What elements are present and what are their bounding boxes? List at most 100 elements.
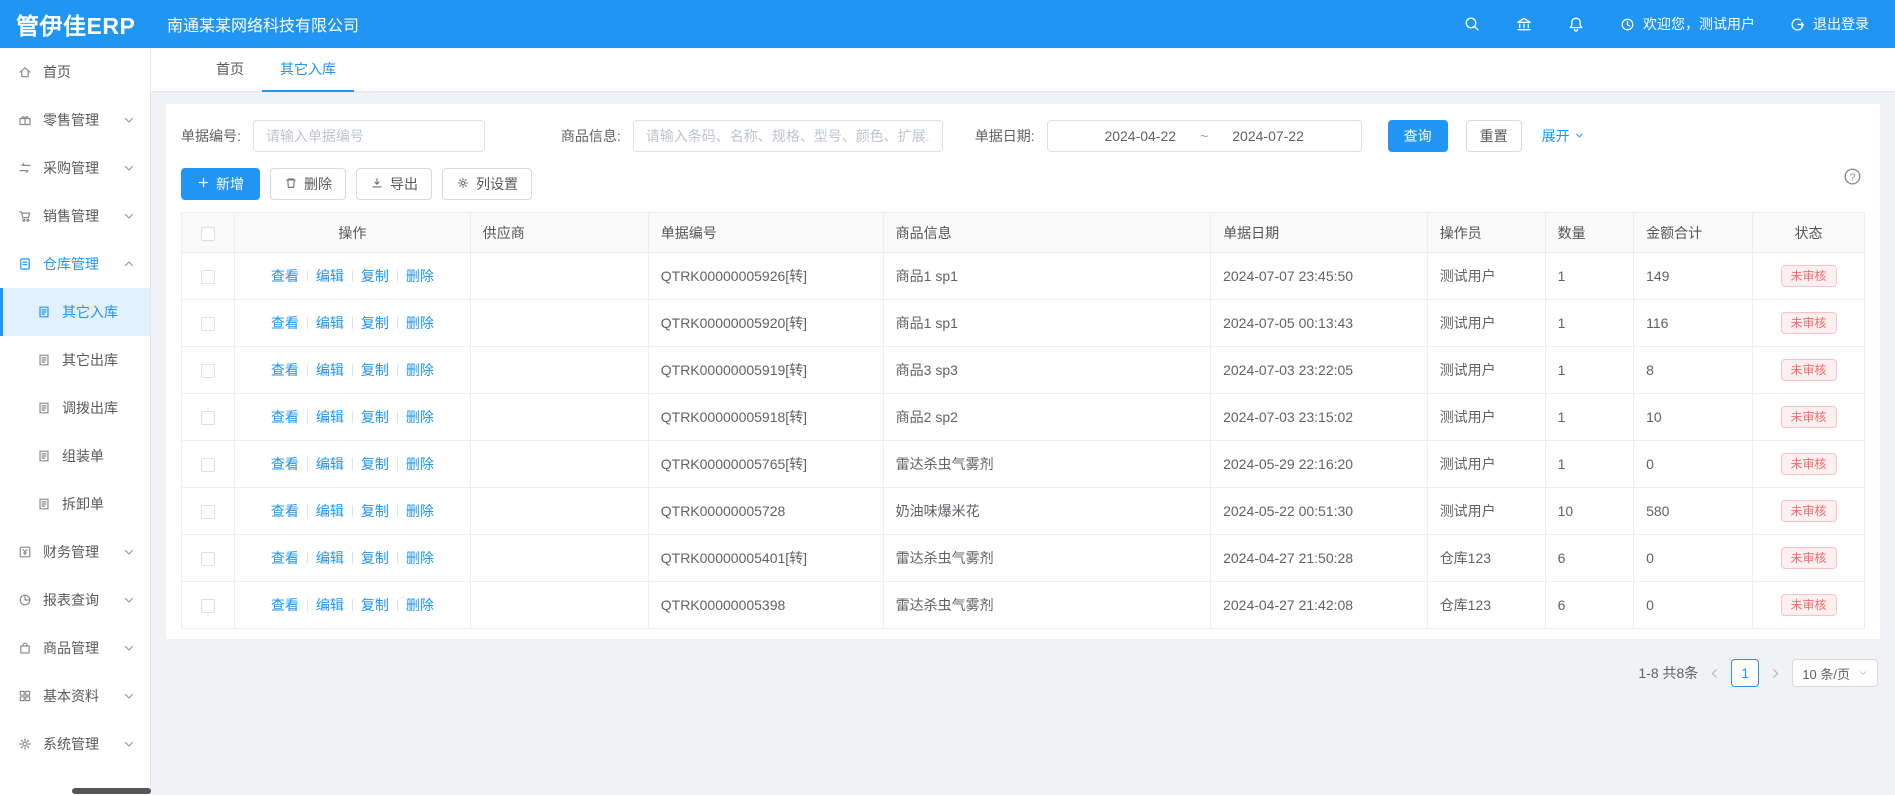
row-checkbox[interactable]: [201, 270, 215, 284]
help-icon[interactable]: ?: [1842, 166, 1863, 187]
sidebar-item-其它出库[interactable]: 其它出库: [0, 336, 150, 384]
action-link-编辑[interactable]: 编辑: [316, 409, 344, 425]
add-button[interactable]: 新增: [181, 168, 260, 200]
action-link-编辑[interactable]: 编辑: [316, 268, 344, 284]
tab-其它入库[interactable]: 其它入库: [262, 48, 354, 92]
action-link-编辑[interactable]: 编辑: [316, 597, 344, 613]
tab-首页[interactable]: 首页: [198, 48, 262, 92]
search-icon[interactable]: [1463, 15, 1481, 33]
delete-button[interactable]: 删除: [270, 168, 346, 200]
row-checkbox[interactable]: [201, 364, 215, 378]
sidebar-item-财务管理[interactable]: 财务管理: [0, 528, 150, 576]
row-checkbox[interactable]: [201, 458, 215, 472]
bank-icon[interactable]: [1515, 15, 1533, 33]
product-info-input[interactable]: [633, 120, 943, 152]
row-checkbox[interactable]: [201, 505, 215, 519]
cell-amount: 149: [1634, 253, 1753, 300]
action-link-复制[interactable]: 复制: [361, 456, 389, 472]
action-link-复制[interactable]: 复制: [361, 503, 389, 519]
row-checkbox[interactable]: [201, 552, 215, 566]
cell-supplier: [470, 253, 648, 300]
prev-page-button[interactable]: [1708, 667, 1721, 680]
chevron-down-icon: [1858, 666, 1868, 681]
action-link-查看[interactable]: 查看: [271, 597, 299, 613]
action-link-查看[interactable]: 查看: [271, 409, 299, 425]
next-page-button[interactable]: [1769, 667, 1782, 680]
action-link-复制[interactable]: 复制: [361, 597, 389, 613]
date-range-picker[interactable]: 2024-04-22 ~ 2024-07-22: [1047, 120, 1362, 152]
cell-status: 未审核: [1753, 253, 1865, 300]
sidebar-item-商品管理[interactable]: 商品管理: [0, 624, 150, 672]
sidebar-item-label: 基本资料: [43, 686, 99, 706]
row-checkbox[interactable]: [201, 317, 215, 331]
action-link-编辑[interactable]: 编辑: [316, 362, 344, 378]
app-logo: 管伊佳ERP: [0, 7, 151, 41]
reset-button[interactable]: 重置: [1466, 120, 1522, 152]
action-link-删除[interactable]: 删除: [406, 550, 434, 566]
search-button[interactable]: 查询: [1388, 120, 1448, 152]
action-link-编辑[interactable]: 编辑: [316, 503, 344, 519]
page-size-select[interactable]: 10 条/页: [1792, 659, 1878, 687]
sidebar-item-采购管理[interactable]: 采购管理: [0, 144, 150, 192]
sidebar-item-零售管理[interactable]: 零售管理: [0, 96, 150, 144]
action-link-删除[interactable]: 删除: [406, 503, 434, 519]
action-link-编辑[interactable]: 编辑: [316, 315, 344, 331]
sidebar-item-调拨出库[interactable]: 调拨出库: [0, 384, 150, 432]
select-all-checkbox[interactable]: [201, 227, 215, 241]
status-badge: 未审核: [1781, 312, 1837, 334]
sidebar-scrollbar[interactable]: [72, 788, 151, 794]
action-link-查看[interactable]: 查看: [271, 456, 299, 472]
toolbar: 新增 删除 导出 列设置 ?: [181, 168, 1865, 200]
page-number-button[interactable]: 1: [1731, 659, 1759, 687]
cell-date: 2024-07-03 23:22:05: [1211, 347, 1428, 394]
action-link-复制[interactable]: 复制: [361, 362, 389, 378]
sidebar-item-拆卸单[interactable]: 拆卸单: [0, 480, 150, 528]
sidebar-item-销售管理[interactable]: 销售管理: [0, 192, 150, 240]
action-link-查看[interactable]: 查看: [271, 503, 299, 519]
logout-button[interactable]: 退出登录: [1789, 14, 1869, 34]
column-settings-button[interactable]: 列设置: [442, 168, 532, 200]
action-link-删除[interactable]: 删除: [406, 597, 434, 613]
sidebar-item-系统管理[interactable]: 系统管理: [0, 720, 150, 768]
sidebar-item-首页[interactable]: 首页: [0, 48, 150, 96]
table-row: 查看编辑复制删除QTRK00000005926[转]商品1 sp12024-07…: [182, 253, 1865, 300]
user-welcome[interactable]: 欢迎您，测试用户: [1619, 14, 1755, 34]
finance-icon: [17, 544, 33, 560]
date-start: 2024-04-22: [1104, 128, 1176, 144]
row-checkbox[interactable]: [201, 599, 215, 613]
cell-amount: 0: [1634, 535, 1753, 582]
sidebar-item-label: 调拨出库: [62, 398, 118, 418]
cell-actions: 查看 编辑 复制 删除: [234, 488, 470, 535]
action-link-删除[interactable]: 删除: [406, 362, 434, 378]
action-link-复制[interactable]: 复制: [361, 268, 389, 284]
action-link-删除[interactable]: 删除: [406, 315, 434, 331]
action-link-删除[interactable]: 删除: [406, 268, 434, 284]
action-link-复制[interactable]: 复制: [361, 315, 389, 331]
sidebar-item-其它入库[interactable]: 其它入库: [0, 288, 150, 336]
sidebar-item-仓库管理[interactable]: 仓库管理: [0, 240, 150, 288]
cell-order-no: QTRK00000005398: [648, 582, 883, 629]
plus-icon: [197, 176, 210, 192]
chevron-down-icon: [121, 688, 137, 704]
cell-product: 商品1 sp1: [883, 253, 1210, 300]
order-no-input[interactable]: [253, 120, 485, 152]
sidebar-item-报表查询[interactable]: 报表查询: [0, 576, 150, 624]
notification-bell-icon[interactable]: [1567, 15, 1585, 33]
action-link-编辑[interactable]: 编辑: [316, 550, 344, 566]
row-checkbox[interactable]: [201, 411, 215, 425]
table-body: 查看编辑复制删除QTRK00000005926[转]商品1 sp12024-07…: [182, 253, 1865, 629]
action-link-编辑[interactable]: 编辑: [316, 456, 344, 472]
action-link-查看[interactable]: 查看: [271, 315, 299, 331]
sidebar-item-组装单[interactable]: 组装单: [0, 432, 150, 480]
action-link-查看[interactable]: 查看: [271, 362, 299, 378]
action-link-复制[interactable]: 复制: [361, 550, 389, 566]
action-divider: [352, 270, 353, 282]
expand-filters-link[interactable]: 展开: [1542, 126, 1585, 146]
action-link-删除[interactable]: 删除: [406, 409, 434, 425]
action-link-查看[interactable]: 查看: [271, 268, 299, 284]
sidebar-item-基本资料[interactable]: 基本资料: [0, 672, 150, 720]
export-button[interactable]: 导出: [356, 168, 432, 200]
action-link-删除[interactable]: 删除: [406, 456, 434, 472]
action-link-查看[interactable]: 查看: [271, 550, 299, 566]
action-link-复制[interactable]: 复制: [361, 409, 389, 425]
